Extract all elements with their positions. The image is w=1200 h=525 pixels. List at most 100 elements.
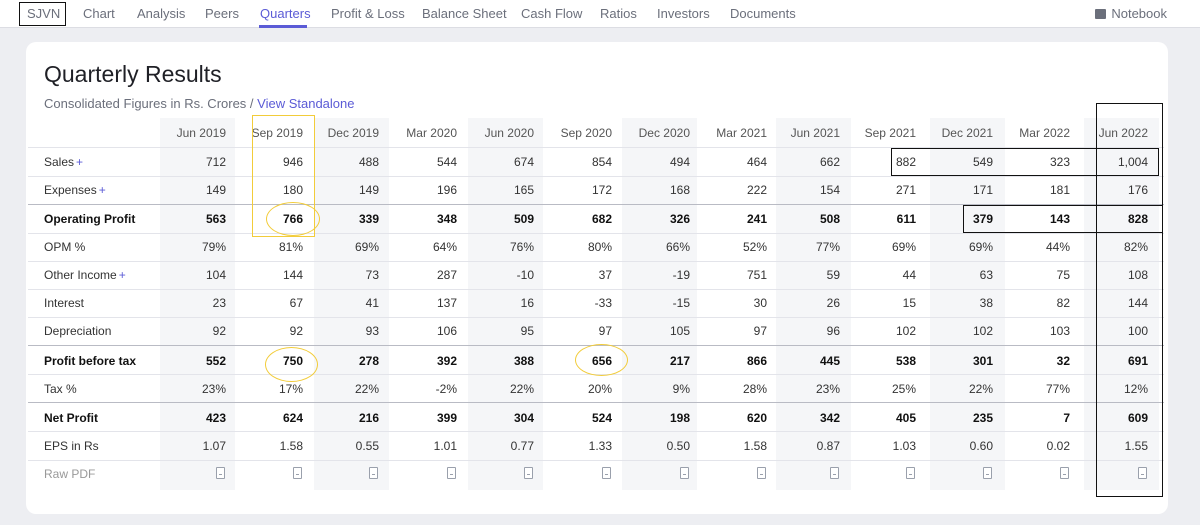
view-standalone-link[interactable]: View Standalone (257, 96, 354, 111)
table-cell: 1.07 (202, 439, 226, 453)
row-label-text: EPS in Rs (44, 439, 99, 453)
table-cell: 96 (826, 324, 840, 338)
pdf-icon[interactable] (1060, 467, 1069, 479)
row-divider (28, 402, 1164, 403)
table-cell: 64% (432, 240, 457, 254)
table-cell: 509 (513, 212, 534, 226)
table-cell: 301 (972, 354, 993, 368)
table-cell: 0.55 (355, 439, 379, 453)
expand-plus-icon[interactable]: + (99, 183, 106, 197)
tab-peers[interactable]: Peers (205, 6, 239, 21)
table-cell: 144 (282, 268, 303, 282)
tab-profit-loss[interactable]: Profit & Loss (331, 6, 405, 21)
row-divider (28, 317, 1164, 318)
pdf-icon[interactable] (680, 467, 689, 479)
table-cell: 16 (520, 296, 534, 310)
table-cell: 198 (669, 411, 690, 425)
pdf-icon[interactable] (906, 467, 915, 479)
table-cell: 392 (436, 354, 457, 368)
expand-plus-icon[interactable]: + (119, 268, 126, 282)
table-cell: 674 (513, 155, 534, 169)
table-cell: 137 (436, 296, 457, 310)
row-label-text: Depreciation (44, 324, 112, 338)
pdf-icon[interactable] (447, 467, 456, 479)
row-label: Net Profit (44, 411, 98, 425)
tab-quarters[interactable]: Quarters (260, 6, 311, 21)
table-cell: 82 (1056, 296, 1070, 310)
table-cell: 620 (746, 411, 767, 425)
table-cell: 44 (902, 268, 916, 282)
table-cell: 92 (212, 324, 226, 338)
company-highlight-box (19, 2, 66, 26)
table-cell: 95 (520, 324, 534, 338)
table-cell: 59 (826, 268, 840, 282)
tab-cash-flow[interactable]: Cash Flow (521, 6, 582, 21)
table-cell: 172 (591, 183, 612, 197)
table-cell: -2% (435, 382, 457, 396)
table-cell: 866 (746, 354, 767, 368)
row-divider (28, 431, 1164, 432)
row-label[interactable]: Sales + (44, 155, 83, 169)
row-label[interactable]: Other Income + (44, 268, 126, 282)
table-cell: 388 (513, 354, 534, 368)
annotation-box-jun-2022-column (1096, 103, 1163, 497)
table-cell: 22% (354, 382, 379, 396)
pdf-icon[interactable] (602, 467, 611, 479)
table-cell: 63 (979, 268, 993, 282)
table-cell: 287 (436, 268, 457, 282)
expand-plus-icon[interactable]: + (76, 155, 83, 169)
table-cell: 17% (278, 382, 303, 396)
table-cell: 77% (1045, 382, 1070, 396)
notebook-button[interactable]: Notebook (1095, 6, 1167, 21)
pdf-icon[interactable] (830, 467, 839, 479)
table-cell: 508 (819, 212, 840, 226)
column-header: Sep 2020 (560, 126, 612, 140)
table-cell: 73 (365, 268, 379, 282)
tab-chart[interactable]: Chart (83, 6, 115, 21)
table-cell: 44% (1045, 240, 1070, 254)
table-cell: 97 (753, 324, 767, 338)
table-cell: -10 (516, 268, 534, 282)
table-cell: 1.01 (433, 439, 457, 453)
table-cell: 552 (205, 354, 226, 368)
table-cell: 342 (819, 411, 840, 425)
pdf-icon[interactable] (983, 467, 992, 479)
column-header: Mar 2021 (716, 126, 767, 140)
annotation-circle-pbt-sep-2020 (575, 344, 628, 376)
tab-analysis[interactable]: Analysis (137, 6, 185, 21)
pdf-icon[interactable] (757, 467, 766, 479)
table-cell: 23% (815, 382, 840, 396)
table-cell: 23% (201, 382, 226, 396)
table-cell: 52% (742, 240, 767, 254)
raw-pdf-label: Raw PDF (44, 467, 96, 481)
table-cell: 76% (509, 240, 534, 254)
table-cell: 0.02 (1046, 439, 1070, 453)
table-cell: 104 (205, 268, 226, 282)
pdf-icon[interactable] (369, 467, 378, 479)
table-cell: 168 (669, 183, 690, 197)
column-header: Jun 2020 (484, 126, 534, 140)
tab-ratios[interactable]: Ratios (600, 6, 637, 21)
row-label-text: OPM % (44, 240, 86, 254)
table-cell: 544 (436, 155, 457, 169)
table-cell: 0.60 (969, 439, 993, 453)
row-divider (28, 233, 1164, 234)
table-cell: 235 (972, 411, 993, 425)
table-cell: 102 (895, 324, 916, 338)
table-cell: 105 (669, 324, 690, 338)
table-cell: 712 (205, 155, 226, 169)
tab-investors[interactable]: Investors (657, 6, 710, 21)
pdf-icon[interactable] (524, 467, 533, 479)
row-label[interactable]: Expenses + (44, 183, 106, 197)
notebook-icon (1095, 9, 1107, 19)
table-cell: 1.58 (279, 439, 303, 453)
tab-balance-sheet[interactable]: Balance Sheet (422, 6, 507, 21)
table-cell: 23 (212, 296, 226, 310)
table-cell: 41 (365, 296, 379, 310)
pdf-icon[interactable] (216, 467, 225, 479)
pdf-icon[interactable] (293, 467, 302, 479)
row-label: Interest (44, 296, 84, 310)
table-cell: 93 (365, 324, 379, 338)
tab-documents[interactable]: Documents (730, 6, 796, 21)
table-cell: 20% (587, 382, 612, 396)
